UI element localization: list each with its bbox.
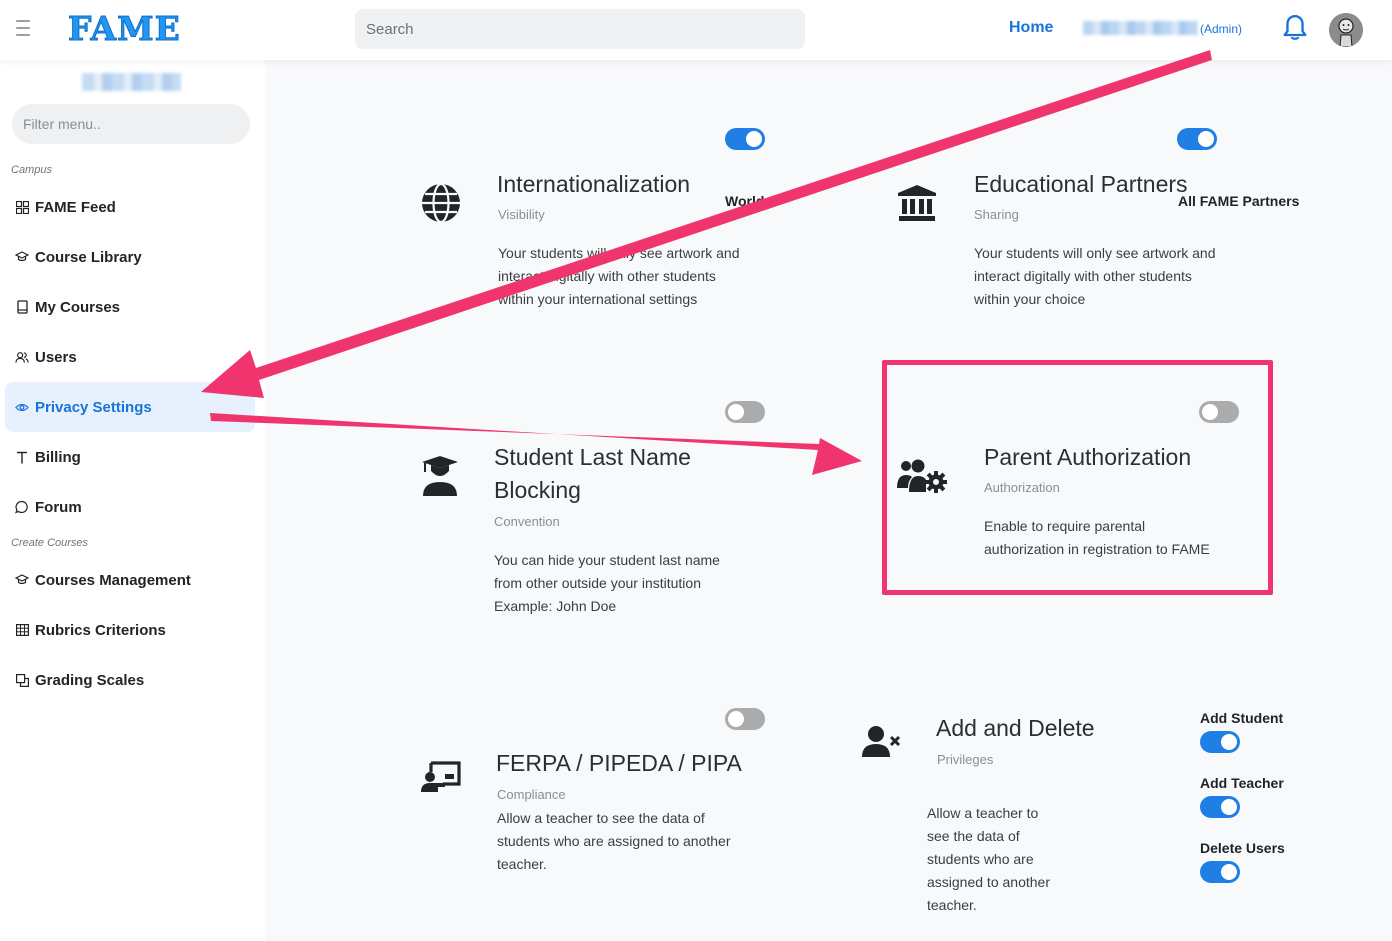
sidebar-item-courses-management[interactable]: Courses Management xyxy=(5,555,255,605)
text-icon xyxy=(15,450,29,464)
sidebar-item-billing[interactable]: Billing xyxy=(5,432,255,482)
card-subtitle: Compliance xyxy=(497,787,566,802)
sidebar-item-grading-scales[interactable]: Grading Scales xyxy=(5,655,255,705)
toggle-label: All FAME Partners xyxy=(1178,193,1300,209)
section-label-campus: Campus xyxy=(11,164,52,176)
avatar[interactable] xyxy=(1329,13,1363,47)
home-link[interactable]: Home xyxy=(1009,19,1053,37)
student-last-name-toggle[interactable] xyxy=(725,401,765,423)
teacher-board-icon xyxy=(421,761,461,792)
user-name-redacted[interactable] xyxy=(1083,21,1198,35)
book-icon xyxy=(15,300,29,314)
card-title: Educational Partners xyxy=(974,171,1188,197)
sidebar-item-label: Grading Scales xyxy=(35,671,145,689)
sidebar-item-label: FAME Feed xyxy=(35,198,116,216)
sidebar-item-users[interactable]: Users xyxy=(5,332,255,382)
card-description: Your students will only see artwork and … xyxy=(974,245,1216,307)
annotation-highlight-box xyxy=(882,360,1273,595)
toggle-label: World xyxy=(725,193,765,209)
educational-partners-toggle[interactable] xyxy=(1177,128,1217,150)
chat-icon xyxy=(15,500,29,514)
grid-icon xyxy=(15,200,29,214)
card-description: Allow a teacher to see the data of stude… xyxy=(497,810,731,872)
graduate-icon xyxy=(422,456,458,496)
search-input[interactable] xyxy=(355,9,805,49)
sidebar-item-forum[interactable]: Forum xyxy=(5,482,255,532)
card-description: Your students will only see artwork and … xyxy=(498,245,740,307)
institution-icon xyxy=(898,185,936,221)
card-description: You can hide your student last name from… xyxy=(494,552,720,614)
card-subtitle: Convention xyxy=(494,514,560,529)
ferpa-toggle[interactable] xyxy=(725,708,765,730)
card-subtitle: Privileges xyxy=(937,752,994,767)
sidebar-item-label: Rubrics Criterions xyxy=(35,621,166,639)
card-title: Student Last Name Blocking xyxy=(494,444,691,503)
top-bar: FAME Home (Admin) xyxy=(0,0,1392,60)
sidebar-item-label: Forum xyxy=(35,498,82,516)
internationalization-toggle[interactable] xyxy=(725,128,765,150)
eye-icon xyxy=(15,400,29,414)
annotation-arrow-to-sidebar xyxy=(201,50,1212,398)
users-icon xyxy=(15,350,29,364)
card-subtitle: Sharing xyxy=(974,207,1019,222)
sidebar-item-label: Users xyxy=(35,348,77,366)
add-student-toggle[interactable] xyxy=(1200,731,1240,753)
card-title: Add and Delete xyxy=(936,715,1095,741)
card-subtitle: Visibility xyxy=(498,207,545,222)
sidebar-item-label: Courses Management xyxy=(35,571,191,589)
globe-icon xyxy=(422,183,460,223)
toggle-label: Add Student xyxy=(1200,710,1284,726)
sidebar: Campus FAME Feed Course Library My Cours… xyxy=(0,60,265,941)
menu-icon[interactable] xyxy=(16,20,30,38)
graduation-cap-icon xyxy=(15,573,29,587)
sidebar-item-label: Privacy Settings xyxy=(35,398,152,416)
sidebar-item-rubrics-criterions[interactable]: Rubrics Criterions xyxy=(5,605,255,655)
filter-menu-input[interactable] xyxy=(12,104,250,144)
sidebar-item-privacy-settings[interactable]: Privacy Settings xyxy=(5,382,255,432)
delete-users-toggle[interactable] xyxy=(1200,861,1240,883)
organization-name-redacted xyxy=(82,73,181,91)
sidebar-item-course-library[interactable]: Course Library xyxy=(5,232,255,282)
sidebar-item-label: Course Library xyxy=(35,248,142,266)
card-description: Allow a teacher to see the data of stude… xyxy=(927,805,1050,913)
copy-icon xyxy=(15,673,29,687)
sidebar-item-label: Billing xyxy=(35,448,81,466)
toggle-label: Delete Users xyxy=(1200,840,1285,856)
sidebar-item-fame-feed[interactable]: FAME Feed xyxy=(5,182,255,232)
user-remove-icon xyxy=(862,726,901,757)
card-title: FERPA / PIPEDA / PIPA xyxy=(496,750,742,776)
bell-icon[interactable] xyxy=(1282,14,1308,42)
table-icon xyxy=(15,623,29,637)
sidebar-item-my-courses[interactable]: My Courses xyxy=(5,282,255,332)
toggle-label: Add Teacher xyxy=(1200,775,1284,791)
graduation-cap-icon xyxy=(15,250,29,264)
add-teacher-toggle[interactable] xyxy=(1200,796,1240,818)
user-role[interactable]: (Admin) xyxy=(1200,22,1242,36)
card-title: Internationalization xyxy=(497,171,691,197)
logo[interactable]: FAME xyxy=(68,9,181,49)
section-label-create-courses: Create Courses xyxy=(11,537,89,549)
sidebar-item-label: My Courses xyxy=(35,298,121,316)
